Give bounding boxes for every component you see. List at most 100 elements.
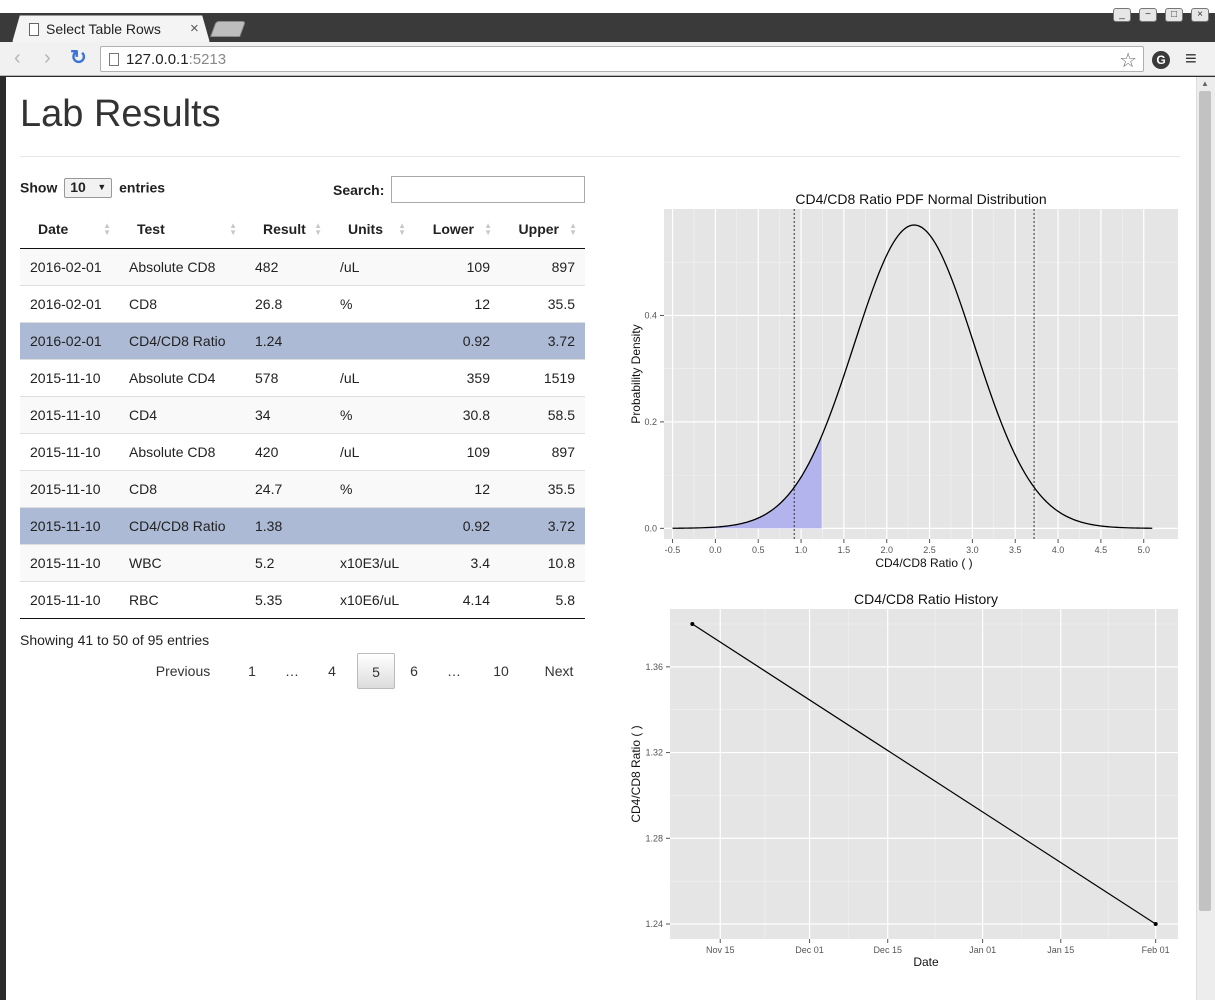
tab-close-icon[interactable]: × <box>190 20 199 37</box>
window-controls: _ − □ × <box>1105 4 1209 22</box>
cell-result: 420 <box>245 432 330 470</box>
cell-date: 2016-02-01 <box>20 284 119 322</box>
x-tick-label: 1.5 <box>838 545 851 555</box>
x-tick-label: 3.0 <box>966 545 979 555</box>
cell-units: % <box>330 284 414 322</box>
cell-lower: 109 <box>414 247 500 285</box>
page-button-6[interactable]: 6 <box>404 653 424 689</box>
page-button-1[interactable]: 1 <box>242 653 262 689</box>
col-result[interactable]: Result ▲ ▼ <box>245 210 330 249</box>
cell-test: CD4/CD8 Ratio <box>119 321 245 359</box>
bookmark-star-icon[interactable]: ☆ <box>1119 48 1137 73</box>
cell-date: 2015-11-10 <box>20 506 119 544</box>
cell-lower: 12 <box>414 469 500 507</box>
new-tab-button[interactable] <box>210 21 246 37</box>
cell-units: /uL <box>330 247 414 285</box>
previous-button[interactable]: Previous <box>154 653 212 689</box>
window-titlebar: Select Table Rows × _ − □ × <box>0 0 1215 43</box>
x-tick-label: Dec 01 <box>795 945 824 955</box>
x-tick-label: Feb 01 <box>1142 945 1170 955</box>
restore-icon[interactable]: − <box>1139 8 1157 22</box>
table-row[interactable]: 2015-11-10 RBC 5.35 x10E6/uL 4.14 5.8 <box>20 580 585 619</box>
table-row[interactable]: 2016-02-01 CD4/CD8 Ratio 1.24 0.92 3.72 <box>20 321 585 359</box>
cell-lower: 3.4 <box>414 543 500 581</box>
extension-icon[interactable]: G <box>1152 51 1170 69</box>
y-tick-label: 1.24 <box>645 919 663 929</box>
sort-icon: ▲ ▼ <box>314 221 322 237</box>
entries-select[interactable]: 10 ▼ <box>64 178 113 198</box>
cell-result: 482 <box>245 247 330 285</box>
page-button-10[interactable]: 10 <box>486 653 516 689</box>
page-icon <box>109 53 119 66</box>
col-test[interactable]: Test ▲ ▼ <box>119 210 245 249</box>
table-row[interactable]: 2015-11-10 CD4/CD8 Ratio 1.38 0.92 3.72 <box>20 506 585 544</box>
x-tick-label: 1.0 <box>795 545 808 555</box>
cell-test: CD8 <box>119 284 245 322</box>
x-tick-label: 0.0 <box>709 545 722 555</box>
cell-upper: 3.72 <box>500 321 585 359</box>
next-button[interactable]: Next <box>539 653 579 689</box>
scrollbar-thumb[interactable] <box>1199 91 1211 911</box>
address-bar[interactable]: 127.0.0.1:5213 ☆ <box>100 46 1144 72</box>
col-date-label: Date <box>38 220 69 237</box>
cell-result: 24.7 <box>245 469 330 507</box>
y-tick-label: 1.28 <box>645 833 663 843</box>
sort-icon: ▲ ▼ <box>484 221 492 237</box>
cell-units <box>330 506 414 544</box>
maximize-icon[interactable]: □ <box>1165 8 1183 22</box>
table-row[interactable]: 2016-02-01 CD8 26.8% 12 35.5 <box>20 284 585 322</box>
y-axis-label: CD4/CD8 Ratio ( ) <box>629 725 643 822</box>
col-result-label: Result <box>263 220 306 237</box>
cell-date: 2015-11-10 <box>20 432 119 470</box>
col-units[interactable]: Units ▲ ▼ <box>330 210 414 249</box>
col-test-label: Test <box>137 220 165 237</box>
search-input[interactable] <box>391 176 585 203</box>
reload-icon[interactable]: ↻ <box>70 47 87 69</box>
cell-result: 5.35 <box>245 580 330 619</box>
page-button-4[interactable]: 4 <box>322 653 342 689</box>
x-tick-label: 5.0 <box>1137 545 1150 555</box>
cell-upper: 10.8 <box>500 543 585 581</box>
col-date[interactable]: Date ▲ ▼ <box>20 210 119 249</box>
cell-date: 2015-11-10 <box>20 580 119 619</box>
page-button-5-current[interactable]: 5 <box>357 653 395 689</box>
scroll-up-icon[interactable]: ▲ <box>1201 79 1209 88</box>
col-lower[interactable]: Lower ▲ ▼ <box>414 210 500 249</box>
cell-units: /uL <box>330 358 414 396</box>
cell-upper: 3.72 <box>500 506 585 544</box>
sort-icon: ▲ ▼ <box>398 221 406 237</box>
cell-date: 2015-11-10 <box>20 395 119 433</box>
table-row[interactable]: 2015-11-10 WBC 5.2 x10E3/uL 3.4 10.8 <box>20 543 585 581</box>
table-row[interactable]: 2015-11-10 Absolute CD4 578/uL 359 1519 <box>20 358 585 396</box>
cell-result: 1.24 <box>245 321 330 359</box>
forward-icon[interactable]: › <box>44 48 51 68</box>
cell-upper: 58.5 <box>500 395 585 433</box>
table-row[interactable]: 2015-11-10 CD4 34% 30.8 58.5 <box>20 395 585 433</box>
cell-upper: 35.5 <box>500 469 585 507</box>
cell-lower: 12 <box>414 284 500 322</box>
browser-tab[interactable]: Select Table Rows × <box>12 15 210 43</box>
x-tick-label: 2.0 <box>880 545 893 555</box>
data-point <box>1153 922 1158 926</box>
back-icon[interactable]: ‹ <box>14 48 21 68</box>
y-tick-label: 1.36 <box>645 662 663 672</box>
search-label: Search: <box>333 182 385 198</box>
chevron-down-icon: ▼ <box>97 182 107 192</box>
header-row: Date ▲ ▼ Test ▲ ▼ Result ▲ ▼ Units ▲ ▼ Lower ▲ ▼ U… <box>20 210 585 249</box>
cell-test: Absolute CD4 <box>119 358 245 396</box>
cell-test: CD4/CD8 Ratio <box>119 506 245 544</box>
cell-test: Absolute CD8 <box>119 432 245 470</box>
table-row[interactable]: 2015-11-10 CD8 24.7% 12 35.5 <box>20 469 585 507</box>
menu-icon[interactable]: ≡ <box>1185 48 1197 71</box>
cell-upper: 897 <box>500 247 585 285</box>
table-row[interactable]: 2015-11-10 Absolute CD8 420/uL 109 897 <box>20 432 585 470</box>
minimize-icon[interactable]: _ <box>1113 8 1131 22</box>
close-window-icon[interactable]: × <box>1191 8 1209 22</box>
cell-lower: 0.92 <box>414 321 500 359</box>
vertical-scrollbar[interactable]: ▲ <box>1196 77 1215 1000</box>
x-tick-label: Jan 01 <box>969 945 996 955</box>
table-row[interactable]: 2016-02-01 Absolute CD8 482/uL 109 897 <box>20 247 585 285</box>
history-chart-svg: CD4/CD8 Ratio History Nov 15 Dec 01 Dec 15 J… <box>629 591 1178 969</box>
col-upper[interactable]: Upper ▲ ▼ <box>500 210 585 249</box>
cell-units: % <box>330 469 414 507</box>
